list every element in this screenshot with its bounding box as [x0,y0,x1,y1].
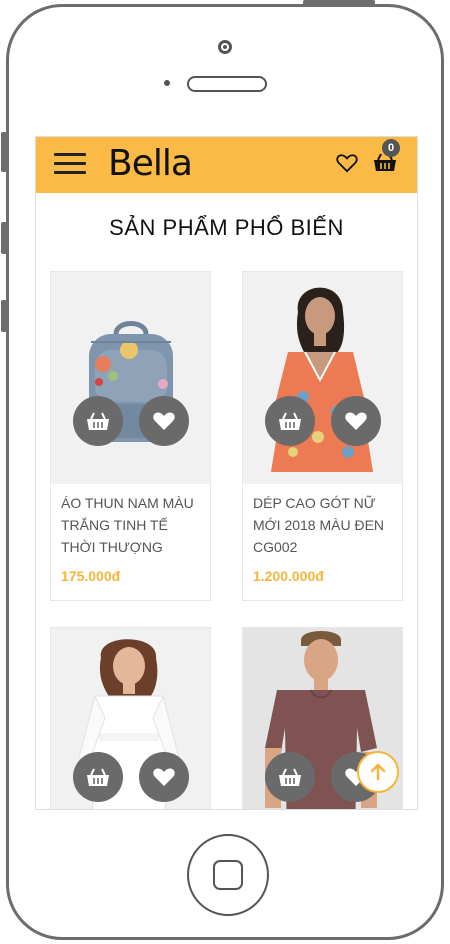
heart-icon [153,768,175,786]
add-to-wishlist-button[interactable] [139,396,189,446]
front-camera [218,40,232,54]
brand-logo[interactable]: Bella [108,143,193,184]
proximity-sensor [164,80,170,86]
cart-count-badge: 0 [382,139,400,157]
basket-icon [279,412,301,430]
product-card[interactable]: DÉP CAO GÓT NỮ MỚI 2018 MÀU ĐEN CG002 1.… [242,271,403,601]
product-price: 175.000đ [61,568,121,584]
section-title: SẢN PHẨM PHỔ BIẾN [109,215,344,240]
phone-side-button-vol-down [1,300,7,332]
arrow-up-icon [370,763,386,781]
product-title[interactable]: ÁO THUN NAM MÀU TRẮNG TINH TẾ THỜI THƯỢN… [61,492,201,558]
earpiece-speaker [187,76,267,92]
product-title[interactable]: DÉP CAO GÓT NỮ MỚI 2018 MÀU ĐEN CG002 [253,492,393,558]
hamburger-icon[interactable] [54,153,86,175]
app-header: Bella 0 [36,137,417,193]
product-price: 1.200.000đ [253,568,324,584]
basket-icon [87,412,109,430]
add-to-cart-button[interactable] [73,752,123,802]
product-image-backpack[interactable] [51,272,210,484]
phone-side-button-vol-up [1,222,7,254]
app-screen: Bella 0 SẢN PHẨM PHỔ BIẾN ÁO THUN NAM MÀ… [35,136,418,810]
add-to-cart-button[interactable] [73,396,123,446]
product-image-floral-dress[interactable] [243,272,402,484]
basket-icon [87,768,109,786]
phone-side-button-top [303,0,375,5]
phone-side-button-mute [1,132,7,172]
add-to-cart-button[interactable] [265,396,315,446]
product-card[interactable] [50,627,211,809]
heart-icon [153,412,175,430]
basket-icon [279,768,301,786]
add-to-wishlist-button[interactable] [139,752,189,802]
add-to-cart-button[interactable] [265,752,315,802]
heart-icon[interactable] [336,153,358,173]
heart-icon [345,412,367,430]
scroll-to-top-button[interactable] [357,751,399,793]
product-card[interactable]: ÁO THUN NAM MÀU TRẮNG TINH TẾ THỜI THƯỢN… [50,271,211,601]
home-button[interactable] [187,834,269,916]
add-to-wishlist-button[interactable] [331,396,381,446]
